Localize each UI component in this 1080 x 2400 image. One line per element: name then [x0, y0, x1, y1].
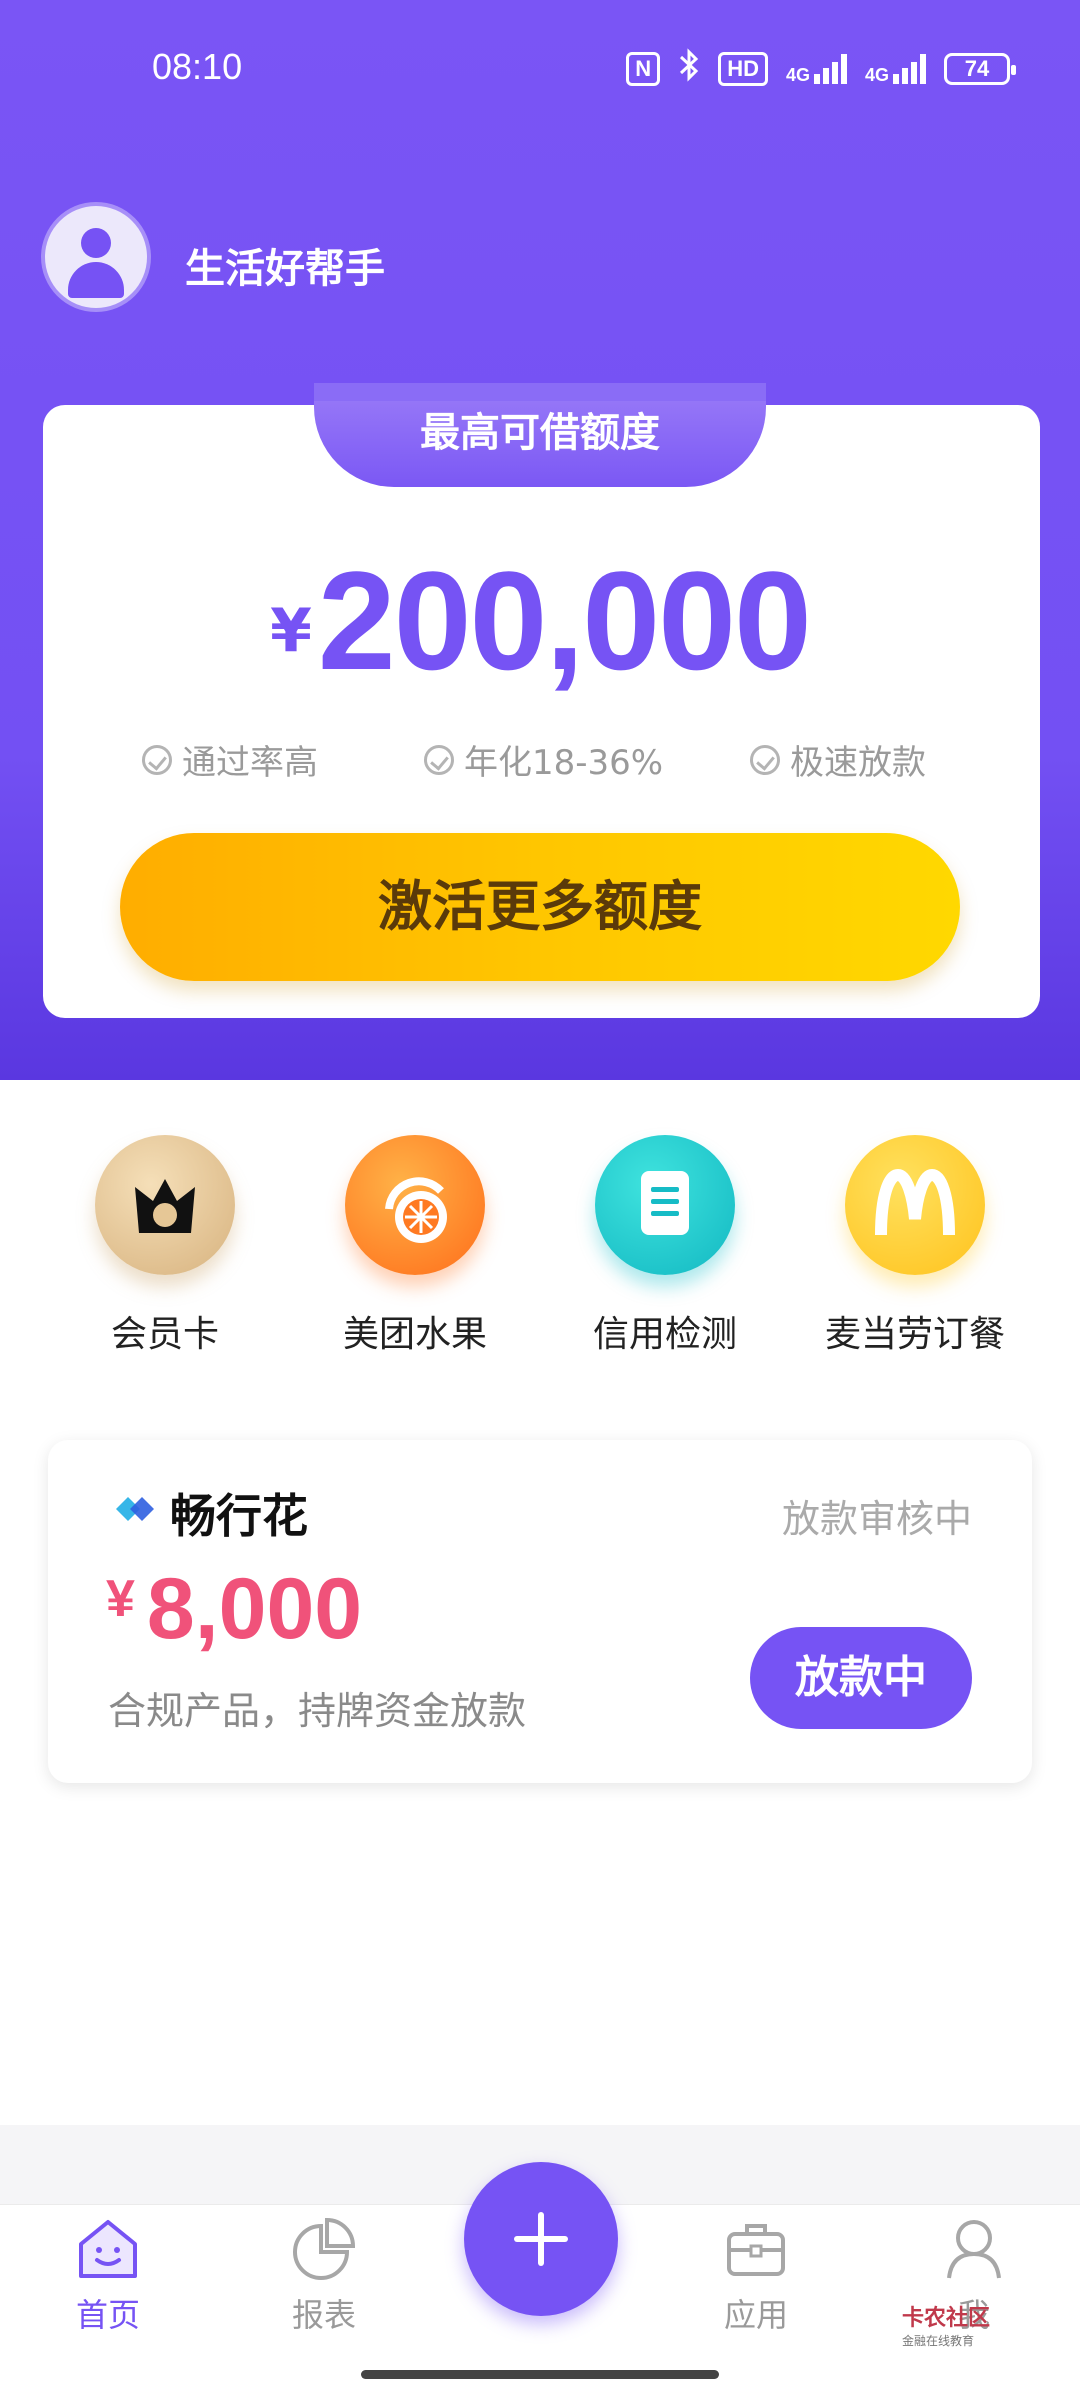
nfc-icon: N [626, 51, 661, 86]
feature-item: 通过率高 [142, 735, 318, 784]
username: 生活好帮手 [185, 246, 385, 292]
battery-icon: 74 [944, 52, 1016, 85]
loan-amount: ¥8,000 [106, 1561, 363, 1657]
pie-chart-icon [291, 2216, 357, 2282]
feature-item: 年化18-36% [424, 735, 663, 784]
fruit-icon [345, 1135, 485, 1275]
feature-list: 通过率高 年化18-36% 极速放款 [0, 735, 1080, 785]
document-icon [595, 1135, 735, 1275]
hd-icon: HD [718, 51, 768, 86]
tab-apps[interactable]: 应用 [686, 2216, 826, 2336]
check-circle-icon [142, 744, 172, 775]
home-icon [75, 2216, 141, 2282]
watermark-logo: 卡农社区 金融在线教育 [902, 2306, 991, 2348]
signal-icon: 4G [786, 53, 847, 84]
status-icons: N HD 4G 4G 74 [626, 48, 1016, 89]
add-button[interactable] [464, 2162, 618, 2316]
loan-product-name: 畅行花 [170, 1489, 308, 1543]
mcdonalds-icon [845, 1135, 985, 1275]
crown-icon [95, 1135, 235, 1275]
shortcut-grid: 会员卡 美团水果 信用检测 麦当劳订餐 [0, 1135, 1080, 1355]
loan-description: 合规产品，持牌资金放款 [108, 1689, 527, 1733]
tab-reports[interactable]: 报表 [254, 2216, 394, 2336]
tab-home[interactable]: 首页 [38, 2216, 178, 2336]
credit-limit-tab: 最高可借额度 [314, 383, 766, 487]
amount-value: 200,000 [317, 542, 812, 699]
credit-amount: ¥200,000 [0, 540, 1080, 702]
shortcut-credit-check[interactable]: 信用检测 [565, 1135, 765, 1357]
disbursing-button[interactable]: 放款中 [750, 1627, 972, 1729]
shortcut-membership-card[interactable]: 会员卡 [65, 1135, 265, 1357]
currency-symbol: ¥ [270, 596, 312, 666]
signal-icon-2: 4G [865, 53, 926, 84]
home-indicator[interactable] [361, 2370, 719, 2379]
check-circle-icon [424, 744, 454, 775]
person-icon [941, 2216, 1007, 2282]
status-bar: 08:10 N HD 4G 4G 74 [0, 0, 1080, 140]
briefcase-icon [723, 2216, 789, 2282]
bluetooth-icon [678, 48, 700, 89]
activate-credit-button[interactable]: 激活更多额度 [120, 833, 960, 981]
status-time: 08:10 [152, 46, 243, 87]
changxinghua-logo-icon [112, 1492, 156, 1526]
loan-card[interactable]: 畅行花 放款审核中 ¥8,000 合规产品，持牌资金放款 放款中 [48, 1440, 1032, 1783]
loan-status: 放款审核中 [781, 1497, 972, 1541]
shortcut-mcdonalds[interactable]: 麦当劳订餐 [815, 1135, 1015, 1357]
shortcut-meituan-fruit[interactable]: 美团水果 [315, 1135, 515, 1357]
avatar[interactable] [45, 206, 147, 308]
feature-item: 极速放款 [750, 735, 926, 784]
check-circle-icon [750, 744, 780, 775]
